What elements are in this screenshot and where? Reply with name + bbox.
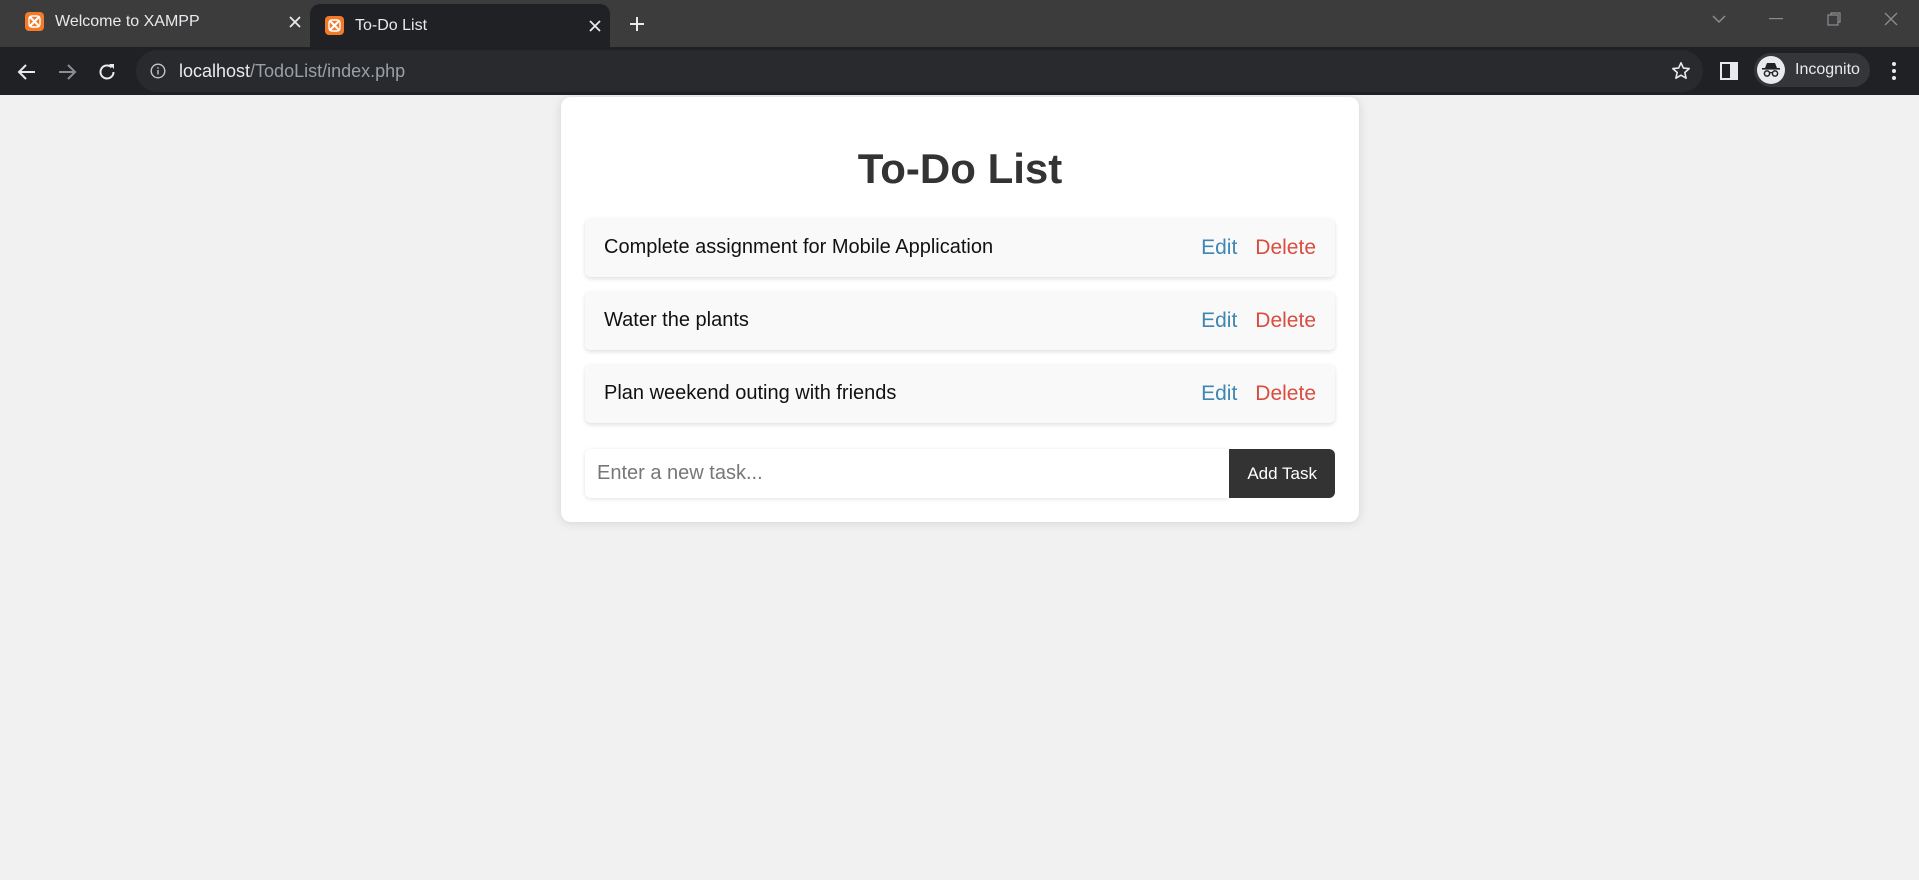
incognito-icon	[1757, 56, 1785, 84]
chevron-down-icon[interactable]	[1699, 4, 1739, 34]
task-text: Water the plants	[604, 309, 749, 331]
url-text: localhost/TodoList/index.php	[179, 61, 405, 82]
page-title: To-Do List	[857, 145, 1063, 192]
minimize-icon[interactable]	[1756, 4, 1796, 34]
close-icon[interactable]	[584, 15, 606, 37]
url-path: /TodoList/index.php	[250, 60, 406, 81]
add-task-button[interactable]: Add Task	[1229, 449, 1335, 498]
delete-link[interactable]: Delete	[1255, 236, 1316, 260]
tab-strip: Welcome to XAMPP To-Do List	[0, 0, 1919, 47]
side-panel-icon[interactable]	[1717, 56, 1741, 86]
arrow-right-icon[interactable]	[51, 56, 83, 88]
close-icon[interactable]	[284, 11, 306, 33]
tab-xampp[interactable]: Welcome to XAMPP	[10, 0, 310, 43]
todo-card: To-Do List Complete assignment for Mobil…	[561, 97, 1359, 522]
incognito-profile-button[interactable]: Incognito	[1754, 53, 1870, 87]
address-bar[interactable]: localhost/TodoList/index.php	[136, 50, 1703, 92]
info-icon[interactable]	[148, 61, 168, 81]
new-task-input[interactable]	[585, 449, 1230, 498]
xampp-icon	[25, 12, 44, 31]
restore-icon[interactable]	[1814, 4, 1854, 34]
kebab-menu-icon[interactable]	[1879, 56, 1909, 86]
star-icon[interactable]	[1669, 59, 1693, 83]
edit-link[interactable]: Edit	[1201, 382, 1237, 406]
arrow-left-icon[interactable]	[11, 56, 43, 88]
edit-link[interactable]: Edit	[1201, 236, 1237, 260]
xampp-icon	[325, 16, 344, 35]
task-text: Complete assignment for Mobile Applicati…	[604, 236, 994, 258]
tab-title: Welcome to XAMPP	[55, 12, 200, 30]
browser-toolbar: localhost/TodoList/index.php Incognito	[0, 47, 1919, 95]
edit-link[interactable]: Edit	[1201, 309, 1237, 333]
tab-title: To-Do List	[355, 16, 428, 34]
task-text: Plan weekend outing with friends	[604, 382, 897, 404]
add-task-form: Add Task	[585, 449, 1335, 498]
plus-icon[interactable]	[622, 9, 652, 39]
task-item: Water the plants Edit Delete	[585, 291, 1335, 350]
delete-link[interactable]: Delete	[1255, 309, 1316, 333]
tab-todo-list[interactable]: To-Do List	[310, 4, 610, 47]
task-item: Complete assignment for Mobile Applicati…	[585, 218, 1335, 277]
incognito-label: Incognito	[1795, 61, 1860, 78]
reload-icon[interactable]	[91, 56, 123, 88]
url-host: localhost	[179, 60, 251, 81]
delete-link[interactable]: Delete	[1255, 382, 1316, 406]
window-close-icon[interactable]	[1871, 4, 1911, 34]
task-item: Plan weekend outing with friends Edit De…	[585, 364, 1335, 423]
